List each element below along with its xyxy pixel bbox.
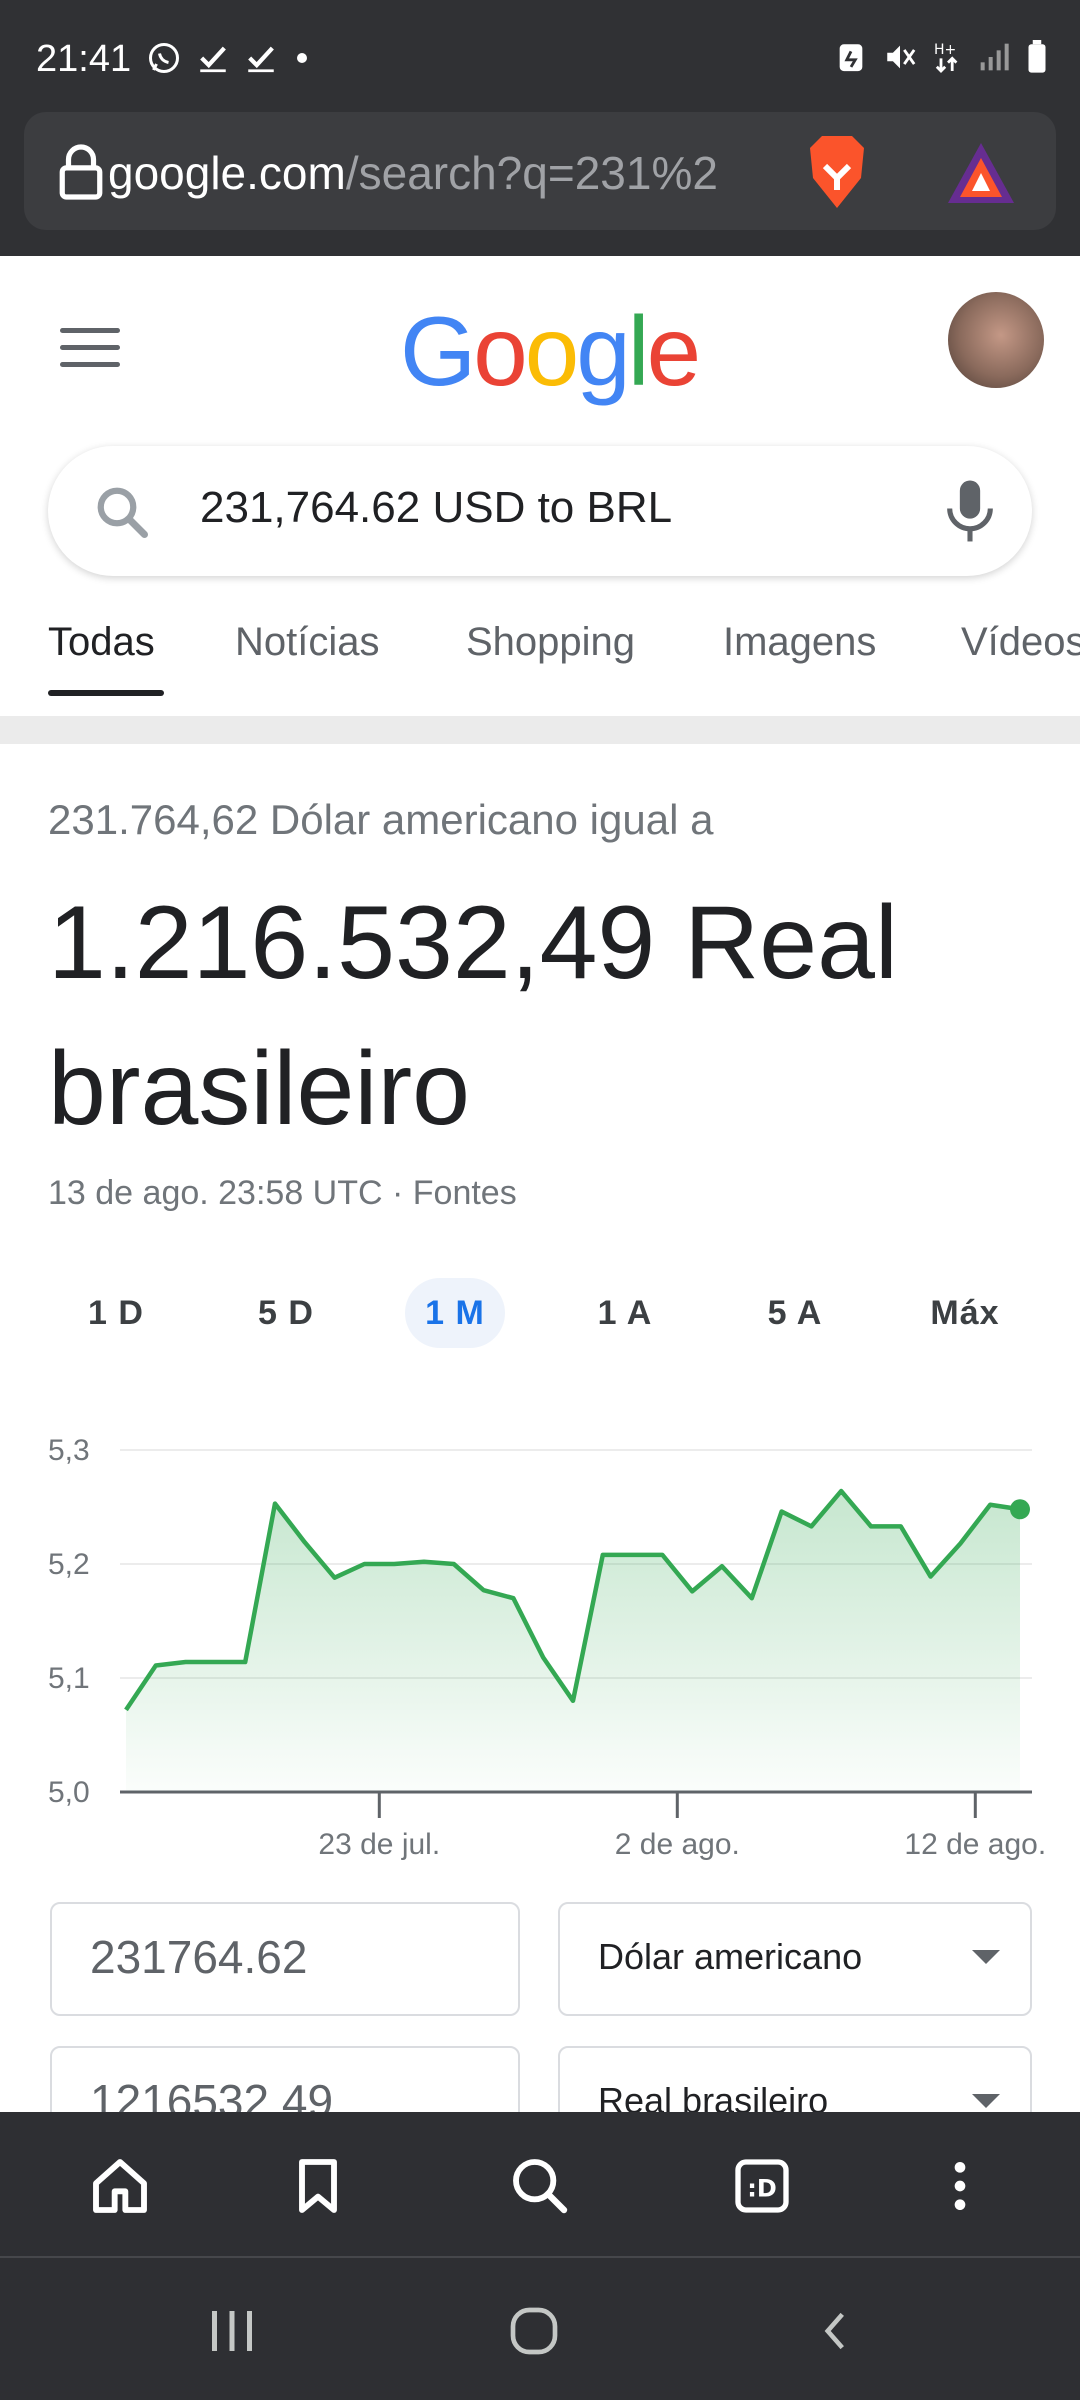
x-tick-label: 23 de jul. (318, 1828, 440, 1861)
url-text[interactable]: google.com/search?q=231%2 (108, 146, 718, 200)
conversion-date: 13 de ago. 23:58 UTC · Fontes (48, 1174, 517, 1212)
mic-icon[interactable] (944, 478, 996, 544)
google-logo: Google (400, 295, 701, 408)
y-tick-label: 5,3 (48, 1434, 90, 1467)
from-currency-value[interactable]: Dólar americano (598, 1936, 862, 1978)
home-button[interactable] (84, 2150, 156, 2222)
logo-letter: g (576, 296, 630, 406)
menu-icon[interactable] (60, 328, 120, 368)
series-area (126, 1491, 1020, 1792)
x-tick-label: 2 de ago. (615, 1828, 740, 1861)
status-left-icons (146, 40, 312, 76)
last-point-marker (1010, 1499, 1030, 1520)
tabs-divider (0, 716, 1080, 744)
url-domain: google.com (108, 147, 346, 199)
range-1a[interactable]: 1 A (575, 1278, 675, 1348)
conversion-result-line1: 1.216.532,49 Real (48, 885, 899, 1001)
search-tabs: Todas Notícias Shopping Imagens Vídeos (0, 620, 1080, 720)
status-right-icons: H+ (836, 40, 1048, 74)
exchange-rate-chart: 5,0 5,1 5,2 5,3 23 de jul. 2 de ago. 12 de ago… (48, 1434, 1046, 1861)
conversion-result-line2: brasileiro (48, 1031, 470, 1147)
battery-icon (1028, 40, 1046, 73)
home-nav-button[interactable] (494, 2296, 574, 2366)
lock-icon (59, 144, 103, 200)
back-button[interactable] (796, 2296, 876, 2366)
search-input[interactable]: 231,764.62 USD to BRL (200, 483, 672, 533)
logo-letter: l (627, 296, 650, 406)
check-icon (200, 46, 226, 73)
range-1m[interactable]: 1 M (405, 1278, 505, 1348)
brave-rewards-icon[interactable] (944, 140, 1018, 206)
more-icon (954, 2162, 966, 2210)
logo-letter: G (400, 296, 476, 406)
recent-apps-button[interactable] (192, 2296, 272, 2366)
range-1d[interactable]: 1 D (66, 1278, 166, 1348)
y-tick-label: 5,1 (48, 1662, 90, 1695)
active-tab-indicator (48, 690, 164, 696)
x-tick-label: 12 de ago. (904, 1828, 1046, 1861)
logo-letter: o (524, 296, 579, 406)
mute-icon (887, 45, 916, 69)
logo-letter: e (646, 296, 701, 406)
status-time: 21:41 (36, 38, 132, 80)
dot-icon (297, 53, 307, 63)
chevron-down-icon[interactable] (972, 1950, 1000, 1964)
range-5d[interactable]: 5 D (236, 1278, 336, 1348)
signal-icon (980, 43, 1009, 71)
avatar[interactable] (948, 292, 1044, 388)
search-icon[interactable] (92, 482, 152, 542)
y-tick-label: 5,0 (48, 1776, 90, 1809)
conversion-result: 1.216.532,49 Real brasileiro (48, 870, 1048, 1162)
recent-apps-icon (212, 2311, 252, 2351)
home-icon (93, 2159, 147, 2213)
logo-letter: o (473, 296, 527, 406)
range-max[interactable]: Máx (915, 1278, 1015, 1348)
back-icon (824, 2312, 844, 2350)
battery-saver-icon (839, 44, 863, 72)
from-amount-value[interactable]: 231764.62 (90, 1930, 307, 1984)
search-button[interactable] (504, 2150, 576, 2222)
bookmark-button[interactable] (282, 2150, 354, 2222)
check-icon (248, 46, 274, 73)
tab-noticias[interactable]: Notícias (235, 620, 380, 665)
tab-imagens[interactable]: Imagens (723, 620, 876, 665)
tab-todas[interactable]: Todas (48, 620, 155, 665)
chevron-down-icon[interactable] (972, 2094, 1000, 2108)
bookmark-icon (299, 2159, 337, 2213)
tabs-icon: :D (735, 2159, 789, 2213)
tab-shopping[interactable]: Shopping (466, 620, 635, 665)
tabs-button[interactable]: :D (726, 2150, 798, 2222)
tabs-label: :D (747, 2175, 777, 2203)
conversion-from: 231.764,62 Dólar americano igual a (48, 796, 714, 843)
range-5a[interactable]: 5 A (745, 1278, 845, 1348)
svg-text:H+: H+ (934, 42, 956, 58)
whatsapp-icon (149, 43, 179, 73)
more-button[interactable] (924, 2150, 996, 2222)
y-tick-label: 5,2 (48, 1548, 90, 1581)
home-circle-icon (510, 2307, 558, 2355)
network-icon: H+ (934, 42, 958, 73)
search-icon (513, 2159, 568, 2214)
url-path: /search?q=231%2 (345, 147, 718, 199)
brave-lion-icon[interactable] (800, 130, 874, 214)
tab-videos[interactable]: Vídeos (961, 620, 1080, 665)
